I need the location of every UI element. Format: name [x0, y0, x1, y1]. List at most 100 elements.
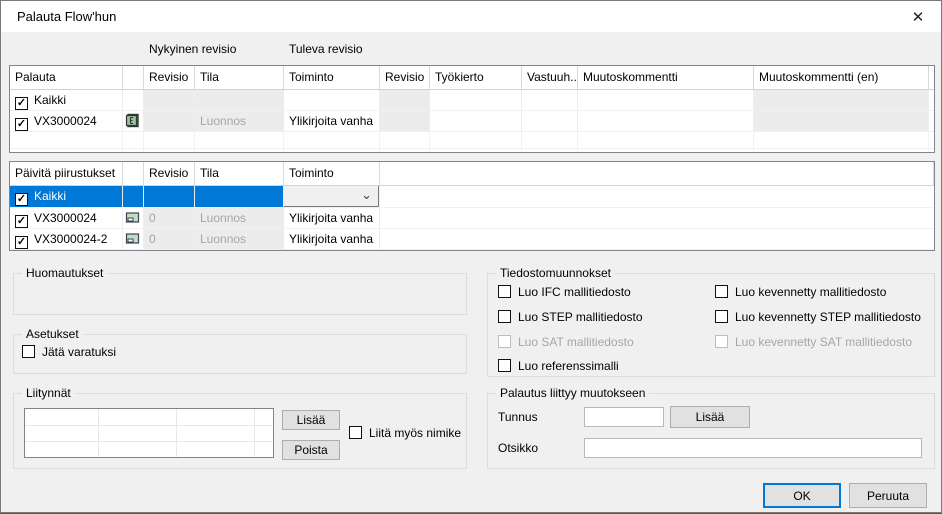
model-document-icon [125, 113, 140, 128]
checkbox-luo-step-mallitiedosto[interactable]: Luo STEP mallitiedosto [498, 310, 643, 324]
label-future-revision: Tuleva revisio [289, 42, 363, 56]
table-row-vx3000024-2[interactable]: ✓ VX3000024-2 0 Luonnos Ylikirjoita vanha [10, 229, 934, 250]
group-tiedostomuunnokset: Tiedostomuunnokset Luo IFC mallitiedosto… [487, 273, 935, 377]
cell-toiminto [284, 90, 380, 110]
empty-row [10, 132, 934, 149]
cell-toiminto: Ylikirjoita vanha [284, 111, 380, 131]
col-header-icon [123, 162, 144, 185]
checkbox-luo-referenssimalli[interactable]: Luo referenssimalli [498, 359, 619, 373]
col-header-filler [929, 66, 935, 89]
row-label: VX3000024-2 [34, 232, 107, 246]
tunnus-input[interactable] [584, 407, 664, 427]
cell-revisio: 0 [144, 229, 195, 249]
checkbox-kaikki[interactable]: ✓ [15, 97, 28, 110]
cell-tila [195, 90, 284, 110]
checkbox-jata-varatuksi[interactable]: Jätä varatuksi [22, 345, 116, 359]
otsikko-label: Otsikko [498, 441, 538, 455]
check-icon: ✓ [17, 236, 26, 248]
col-header-tila: Tila [195, 162, 284, 185]
row-label: VX3000024 [34, 211, 97, 225]
cell-revisio: 0 [144, 208, 195, 228]
checkbox-luo-kevennetty-mallitiedosto[interactable]: Luo kevennetty mallitiedosto [715, 285, 886, 299]
empty-row [10, 149, 934, 153]
cell-revisio [144, 90, 195, 110]
return-items-table: Palauta Revisio Tila Toiminto Revisio Ty… [9, 65, 935, 153]
ok-button[interactable]: OK [763, 483, 841, 508]
check-icon: ✓ [17, 97, 26, 109]
col-header-tila: Tila [195, 66, 284, 89]
group-asetukset: Asetukset Jätä varatuksi [13, 334, 467, 374]
tunnus-label: Tunnus [498, 410, 538, 424]
dialog-title: Palauta Flow'hun [17, 9, 116, 24]
col-header-palauta: Palauta [10, 66, 123, 89]
table1-header-row: Palauta Revisio Tila Toiminto Revisio Ty… [10, 66, 934, 90]
group-label: Liitynnät [22, 386, 75, 400]
cell-revisio [144, 111, 195, 131]
col-header-revisio-2: Revisio [380, 66, 430, 89]
row-label: VX3000024 [34, 114, 97, 128]
group-label: Asetukset [22, 327, 83, 341]
col-header-toiminto: Toiminto [284, 66, 380, 89]
col-header-tyokierto: Työkierto [430, 66, 522, 89]
group-liitynnat: Liitynnät Lisää Poista Liitä myös nimike [13, 393, 467, 469]
cell-tila: Luonnos [195, 229, 284, 249]
cell-tila: Luonnos [195, 111, 284, 131]
chevron-down-icon: ⌄ [361, 187, 372, 203]
checkbox[interactable] [22, 345, 35, 358]
checkbox-luo-kevennetty-sat-mallitiedosto: Luo kevennetty SAT mallitiedosto [715, 335, 912, 349]
group-label: Palautus liittyy muutokseen [496, 386, 649, 400]
close-button[interactable]: ✕ [895, 1, 941, 32]
cell-toiminto: Ylikirjoita vanha [284, 208, 380, 228]
table-row-kaikki[interactable]: ✓ Kaikki [10, 90, 934, 111]
checkbox-vx3000024[interactable]: ✓ [15, 118, 28, 131]
cell-tila [195, 186, 284, 207]
drawing-document-icon [125, 210, 140, 225]
dialog-palauta-flowhun: Palauta Flow'hun ✕ Nykyinen revisio Tule… [0, 0, 942, 513]
row-label: Kaikki [34, 189, 66, 203]
table-row-vx3000024[interactable]: ✓ VX3000024 Luonnos Ylikirjoita vanha [10, 111, 934, 132]
table2-header-row: Päivitä piirustukset Revisio Tila Toimin… [10, 162, 934, 186]
col-header-muutoskommentti: Muutoskommentti [578, 66, 754, 89]
drawing-document-icon [125, 231, 140, 246]
checkbox-liita-myos-nimike[interactable]: Liitä myös nimike [349, 426, 461, 440]
cell-toiminto: Ylikirjoita vanha [284, 229, 380, 249]
group-palautus-liittyy-muutokseen: Palautus liittyy muutokseen Tunnus Lisää… [487, 393, 935, 469]
cell-revisio [144, 186, 195, 207]
peruuta-button[interactable]: Peruuta [849, 483, 927, 508]
col-header-revisio: Revisio [144, 66, 195, 89]
lisaa-button[interactable]: Lisää [282, 410, 340, 430]
row-label: Kaikki [34, 93, 66, 107]
poista-button[interactable]: Poista [282, 440, 340, 460]
cell-tila: Luonnos [195, 208, 284, 228]
check-icon: ✓ [17, 215, 26, 227]
group-huomautukset: Huomautukset [13, 273, 467, 315]
col-header-icon [123, 66, 144, 89]
col-header-toiminto: Toiminto [284, 162, 380, 185]
checkbox-vx3000024-2[interactable]: ✓ [15, 236, 28, 249]
group-label: Tiedostomuunnokset [496, 266, 615, 280]
col-header-filler [380, 162, 934, 185]
col-header-vastuuhenkilo: Vastuuh... [522, 66, 578, 89]
checkbox-kaikki[interactable]: ✓ [15, 193, 28, 206]
label-current-revision: Nykyinen revisio [149, 42, 236, 56]
otsikko-input[interactable] [584, 438, 922, 458]
checkbox-luo-ifc-mallitiedosto[interactable]: Luo IFC mallitiedosto [498, 285, 631, 299]
check-icon: ✓ [17, 193, 26, 205]
group-label: Huomautukset [22, 266, 107, 280]
checkbox-luo-sat-mallitiedosto: Luo SAT mallitiedosto [498, 335, 634, 349]
liitynnat-table[interactable] [24, 408, 274, 458]
table-row-kaikki-selected[interactable]: ✓ Kaikki ⌄ [10, 186, 934, 208]
checkbox-luo-kevennetty-step-mallitiedosto[interactable]: Luo kevennetty STEP mallitiedosto [715, 310, 921, 324]
titlebar: Palauta Flow'hun ✕ [1, 1, 941, 32]
close-icon: ✕ [912, 8, 925, 26]
update-drawings-table: Päivitä piirustukset Revisio Tila Toimin… [9, 161, 935, 251]
table-row-vx3000024[interactable]: ✓ VX3000024 0 Luonnos Ylikirjoita vanha [10, 208, 934, 229]
check-icon: ✓ [17, 118, 26, 130]
col-header-paivita-piirustukset: Päivitä piirustukset [10, 162, 123, 185]
col-header-muutoskommentti-en: Muutoskommentti (en) [754, 66, 929, 89]
empty-row [10, 250, 934, 251]
lisaa-button-palautus[interactable]: Lisää [670, 406, 750, 428]
col-header-revisio: Revisio [144, 162, 195, 185]
checkbox-vx3000024[interactable]: ✓ [15, 215, 28, 228]
toiminto-combobox[interactable]: ⌄ [284, 186, 379, 207]
